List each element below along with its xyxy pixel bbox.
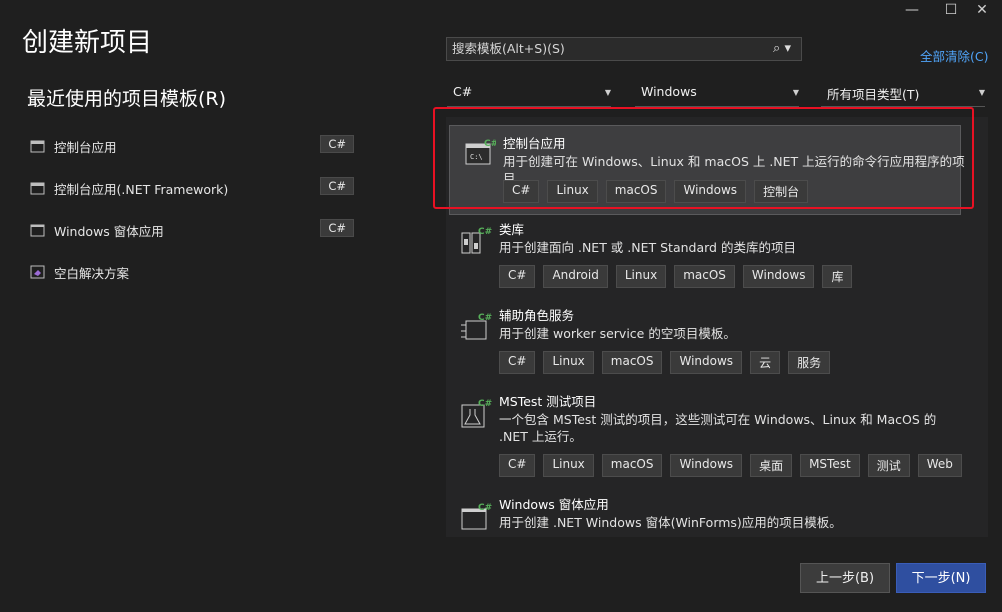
- project-type-filter[interactable]: 所有项目类型(T) ▼: [821, 84, 985, 107]
- language-filter[interactable]: C# ▼: [447, 84, 611, 107]
- template-tags: C# Linux macOS Windows 云 服务: [499, 351, 831, 374]
- next-button[interactable]: 下一步(N): [896, 563, 986, 593]
- language-filter-value: C#: [453, 84, 473, 99]
- project-type-filter-value: 所有项目类型(T): [827, 87, 920, 102]
- class-library-icon: C#: [460, 225, 492, 257]
- tag: C#: [499, 454, 536, 477]
- test-flask-icon: C#: [460, 397, 492, 429]
- recent-item-console[interactable]: 控制台应用 C#: [30, 133, 360, 159]
- console-app-icon: [30, 181, 46, 195]
- tag: 测试: [867, 454, 910, 477]
- language-tag: C#: [320, 177, 354, 195]
- tag: Web: [917, 454, 962, 477]
- search-icon[interactable]: ⌕ ▾: [773, 38, 791, 60]
- selection-highlight-box: [433, 107, 974, 209]
- tag: 库: [822, 265, 853, 288]
- tag: macOS: [674, 265, 735, 288]
- recent-item-label: Windows 窗体应用: [54, 223, 164, 239]
- tag: 桌面: [750, 454, 793, 477]
- chevron-down-icon: ▼: [978, 88, 985, 97]
- recent-item-label: 控制台应用(.NET Framework): [54, 181, 229, 197]
- chevron-down-icon: ▼: [604, 88, 611, 97]
- tag: C#: [499, 351, 536, 374]
- tag: MSTest: [800, 454, 860, 477]
- language-tag: C#: [320, 135, 354, 153]
- tag: Windows: [670, 351, 743, 374]
- template-description: 用于创建 worker service 的空项目模板。: [499, 326, 736, 341]
- recent-templates-heading: 最近使用的项目模板(R): [27, 88, 227, 110]
- recent-item-blank-solution[interactable]: 空白解决方案: [30, 259, 360, 285]
- recent-item-label: 控制台应用: [54, 139, 117, 155]
- template-item-winforms[interactable]: C# Windows 窗体应用 用于创建 .NET Windows 窗体(Win…: [446, 489, 988, 537]
- worker-service-icon: C#: [460, 311, 492, 343]
- svg-text:C#: C#: [478, 227, 492, 237]
- tag: Linux: [543, 454, 594, 477]
- back-button[interactable]: 上一步(B): [800, 563, 890, 593]
- search-input[interactable]: 搜索模板(Alt+S)(S) ⌕ ▾: [446, 37, 802, 61]
- platform-filter[interactable]: Windows ▼: [635, 84, 799, 107]
- svg-text:C#: C#: [478, 503, 492, 513]
- template-item-worker-service[interactable]: C# 辅助角色服务 用于创建 worker service 的空项目模板。 C#…: [446, 299, 988, 385]
- template-description: 一个包含 MSTest 测试的项目，这些测试可在 Windows、Linux 和…: [499, 412, 937, 444]
- template-description: 用于创建面向 .NET 或 .NET Standard 的类库的项目: [499, 240, 796, 255]
- template-description: 用于创建 .NET Windows 窗体(WinForms)应用的项目模板。: [499, 515, 842, 530]
- close-button[interactable]: ✕: [962, 0, 1002, 20]
- template-tags: C# Android Linux macOS Windows 库: [499, 265, 853, 288]
- template-item-mstest[interactable]: C# MSTest 测试项目 一个包含 MSTest 测试的项目，这些测试可在 …: [446, 385, 988, 489]
- recent-item-console-framework[interactable]: 控制台应用(.NET Framework) C#: [30, 175, 360, 201]
- recent-item-winforms[interactable]: Windows 窗体应用 C#: [30, 217, 360, 243]
- minimize-button[interactable]: —: [892, 0, 932, 20]
- tag: macOS: [601, 351, 663, 374]
- template-name: Windows 窗体应用: [499, 497, 609, 512]
- template-name: MSTest 测试项目: [499, 394, 597, 409]
- tag: C#: [499, 265, 536, 288]
- tag: Linux: [615, 265, 667, 288]
- page-title: 创建新项目: [22, 28, 153, 58]
- tag: 服务: [788, 351, 831, 374]
- search-placeholder: 搜索模板(Alt+S)(S): [452, 41, 565, 56]
- template-item-class-library[interactable]: C# 类库 用于创建面向 .NET 或 .NET Standard 的类库的项目…: [446, 213, 988, 299]
- tag: Android: [543, 265, 608, 288]
- chevron-down-icon: ▼: [792, 88, 799, 97]
- template-tags: C# Linux macOS Windows 桌面 MSTest 测试 Web: [499, 454, 962, 477]
- window-form-icon: C#: [460, 501, 492, 533]
- tag: Windows: [742, 265, 815, 288]
- template-name: 辅助角色服务: [499, 308, 575, 323]
- svg-text:C#: C#: [478, 399, 492, 409]
- recent-item-label: 空白解决方案: [54, 265, 130, 281]
- console-app-icon: [30, 139, 46, 153]
- tag: Linux: [543, 351, 594, 374]
- tag: 云: [750, 351, 781, 374]
- tag: macOS: [601, 454, 663, 477]
- window-form-icon: [30, 223, 46, 237]
- tag: Windows: [670, 454, 743, 477]
- language-tag: C#: [320, 219, 354, 237]
- template-name: 类库: [499, 222, 525, 237]
- platform-filter-value: Windows: [641, 84, 697, 99]
- solution-icon: [30, 265, 46, 279]
- svg-text:C#: C#: [478, 313, 492, 323]
- clear-all-link[interactable]: 全部清除(C): [920, 46, 988, 65]
